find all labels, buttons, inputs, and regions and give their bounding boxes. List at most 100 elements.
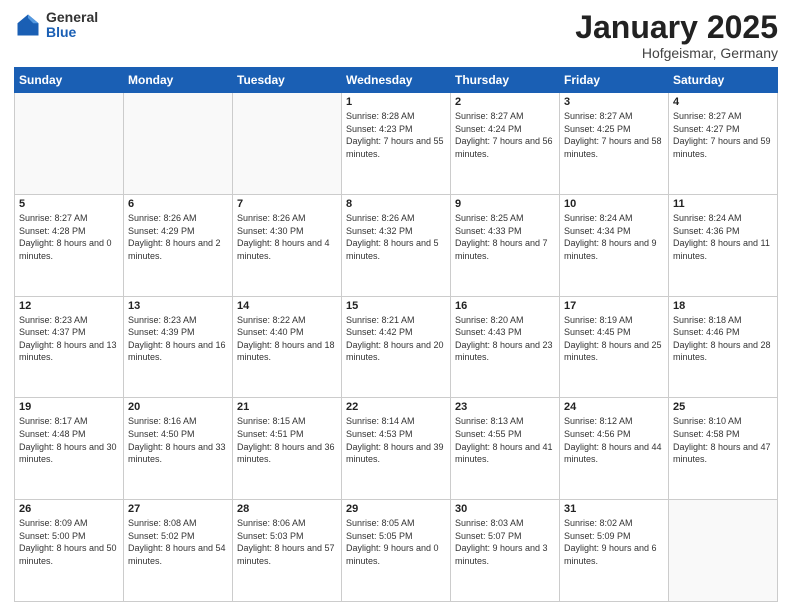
header: General Blue January 2025 Hofgeismar, Ge…	[14, 10, 778, 61]
header-sunday: Sunday	[15, 68, 124, 93]
header-thursday: Thursday	[451, 68, 560, 93]
day-number: 17	[564, 300, 664, 312]
day-info: Sunrise: 8:26 AM Sunset: 4:29 PM Dayligh…	[128, 212, 228, 262]
day-number: 3	[564, 96, 664, 108]
day-info: Sunrise: 8:14 AM Sunset: 4:53 PM Dayligh…	[346, 415, 446, 465]
day-number: 22	[346, 401, 446, 413]
day-number: 6	[128, 198, 228, 210]
day-number: 2	[455, 96, 555, 108]
table-row: 6 Sunrise: 8:26 AM Sunset: 4:29 PM Daylig…	[124, 194, 233, 296]
table-row: 24 Sunrise: 8:12 AM Sunset: 4:56 PM Dayli…	[560, 398, 669, 500]
day-info: Sunrise: 8:09 AM Sunset: 5:00 PM Dayligh…	[19, 517, 119, 567]
table-row: 10Sunrise: 8:24 AM Sunset: 4:34 PM Dayli…	[560, 194, 669, 296]
day-info: Sunrise: 8:15 AM Sunset: 4:51 PM Dayligh…	[237, 415, 337, 465]
day-number: 12	[19, 300, 119, 312]
week-row-0: 1 Sunrise: 8:28 AM Sunset: 4:23 PM Daylig…	[15, 93, 778, 195]
day-number: 31	[564, 503, 664, 515]
table-row: 9Sunrise: 8:25 AM Sunset: 4:33 PM Daylig…	[451, 194, 560, 296]
day-number: 7	[237, 198, 337, 210]
day-number: 27	[128, 503, 228, 515]
day-info: Sunrise: 8:03 AM Sunset: 5:07 PM Dayligh…	[455, 517, 555, 567]
table-row: 27 Sunrise: 8:08 AM Sunset: 5:02 PM Dayli…	[124, 500, 233, 602]
week-row-2: 12 Sunrise: 8:23 AM Sunset: 4:37 PM Dayli…	[15, 296, 778, 398]
table-row: 14Sunrise: 8:22 AM Sunset: 4:40 PM Dayli…	[233, 296, 342, 398]
table-row: 7 Sunrise: 8:26 AM Sunset: 4:30 PM Daylig…	[233, 194, 342, 296]
table-row: 31 Sunrise: 8:02 AM Sunset: 5:09 PM Dayli…	[560, 500, 669, 602]
week-row-3: 19 Sunrise: 8:17 AM Sunset: 4:48 PM Dayli…	[15, 398, 778, 500]
table-row: 20Sunrise: 8:16 AM Sunset: 4:50 PM Dayli…	[124, 398, 233, 500]
logo: General Blue	[14, 10, 98, 41]
day-info: Sunrise: 8:23 AM Sunset: 4:37 PM Dayligh…	[19, 314, 119, 364]
day-number: 23	[455, 401, 555, 413]
header-saturday: Saturday	[669, 68, 778, 93]
logo-icon	[14, 11, 42, 39]
logo-text: General Blue	[46, 10, 98, 41]
day-info: Sunrise: 8:23 AM Sunset: 4:39 PM Dayligh…	[128, 314, 228, 364]
table-row: 12 Sunrise: 8:23 AM Sunset: 4:37 PM Dayli…	[15, 296, 124, 398]
day-info: Sunrise: 8:10 AM Sunset: 4:58 PM Dayligh…	[673, 415, 773, 465]
day-info: Sunrise: 8:24 AM Sunset: 4:36 PM Dayligh…	[673, 212, 773, 262]
table-row	[15, 93, 124, 195]
day-number: 29	[346, 503, 446, 515]
table-row: 3 Sunrise: 8:27 AM Sunset: 4:25 PM Daylig…	[560, 93, 669, 195]
calendar-title: January 2025	[575, 10, 778, 45]
table-row: 4 Sunrise: 8:27 AM Sunset: 4:27 PM Daylig…	[669, 93, 778, 195]
day-info: Sunrise: 8:26 AM Sunset: 4:32 PM Dayligh…	[346, 212, 446, 262]
table-row: 25 Sunrise: 8:10 AM Sunset: 4:58 PM Dayli…	[669, 398, 778, 500]
day-number: 28	[237, 503, 337, 515]
day-info: Sunrise: 8:24 AM Sunset: 4:34 PM Dayligh…	[564, 212, 664, 262]
table-row	[233, 93, 342, 195]
day-number: 13	[128, 300, 228, 312]
table-row: 8 Sunrise: 8:26 AM Sunset: 4:32 PM Daylig…	[342, 194, 451, 296]
day-number: 25	[673, 401, 773, 413]
day-number: 19	[19, 401, 119, 413]
day-info: Sunrise: 8:27 AM Sunset: 4:27 PM Dayligh…	[673, 110, 773, 160]
day-number: 15	[346, 300, 446, 312]
day-number: 30	[455, 503, 555, 515]
day-info: Sunrise: 8:27 AM Sunset: 4:25 PM Dayligh…	[564, 110, 664, 160]
calendar-table: Sunday Monday Tuesday Wednesday Thursday…	[14, 67, 778, 602]
day-number: 21	[237, 401, 337, 413]
table-row: 11Sunrise: 8:24 AM Sunset: 4:36 PM Dayli…	[669, 194, 778, 296]
day-number: 1	[346, 96, 446, 108]
table-row: 1 Sunrise: 8:28 AM Sunset: 4:23 PM Daylig…	[342, 93, 451, 195]
day-info: Sunrise: 8:26 AM Sunset: 4:30 PM Dayligh…	[237, 212, 337, 262]
table-row: 15 Sunrise: 8:21 AM Sunset: 4:42 PM Dayli…	[342, 296, 451, 398]
title-block: January 2025 Hofgeismar, Germany	[575, 10, 778, 61]
day-number: 5	[19, 198, 119, 210]
day-info: Sunrise: 8:27 AM Sunset: 4:28 PM Dayligh…	[19, 212, 119, 262]
day-info: Sunrise: 8:02 AM Sunset: 5:09 PM Dayligh…	[564, 517, 664, 567]
day-info: Sunrise: 8:12 AM Sunset: 4:56 PM Dayligh…	[564, 415, 664, 465]
weekday-header-row: Sunday Monday Tuesday Wednesday Thursday…	[15, 68, 778, 93]
day-number: 26	[19, 503, 119, 515]
logo-general-text: General	[46, 10, 98, 25]
header-tuesday: Tuesday	[233, 68, 342, 93]
day-info: Sunrise: 8:17 AM Sunset: 4:48 PM Dayligh…	[19, 415, 119, 465]
day-number: 8	[346, 198, 446, 210]
table-row: 5 Sunrise: 8:27 AM Sunset: 4:28 PM Daylig…	[15, 194, 124, 296]
day-number: 24	[564, 401, 664, 413]
table-row: 30 Sunrise: 8:03 AM Sunset: 5:07 PM Dayli…	[451, 500, 560, 602]
header-friday: Friday	[560, 68, 669, 93]
table-row: 23 Sunrise: 8:13 AM Sunset: 4:55 PM Dayli…	[451, 398, 560, 500]
page: General Blue January 2025 Hofgeismar, Ge…	[0, 0, 792, 612]
header-monday: Monday	[124, 68, 233, 93]
day-info: Sunrise: 8:13 AM Sunset: 4:55 PM Dayligh…	[455, 415, 555, 465]
day-info: Sunrise: 8:08 AM Sunset: 5:02 PM Dayligh…	[128, 517, 228, 567]
table-row: 28Sunrise: 8:06 AM Sunset: 5:03 PM Dayli…	[233, 500, 342, 602]
week-row-4: 26 Sunrise: 8:09 AM Sunset: 5:00 PM Dayli…	[15, 500, 778, 602]
day-info: Sunrise: 8:05 AM Sunset: 5:05 PM Dayligh…	[346, 517, 446, 567]
day-info: Sunrise: 8:27 AM Sunset: 4:24 PM Dayligh…	[455, 110, 555, 160]
day-info: Sunrise: 8:28 AM Sunset: 4:23 PM Dayligh…	[346, 110, 446, 160]
day-info: Sunrise: 8:25 AM Sunset: 4:33 PM Dayligh…	[455, 212, 555, 262]
day-info: Sunrise: 8:21 AM Sunset: 4:42 PM Dayligh…	[346, 314, 446, 364]
header-wednesday: Wednesday	[342, 68, 451, 93]
day-number: 4	[673, 96, 773, 108]
table-row: 16Sunrise: 8:20 AM Sunset: 4:43 PM Dayli…	[451, 296, 560, 398]
day-info: Sunrise: 8:18 AM Sunset: 4:46 PM Dayligh…	[673, 314, 773, 364]
table-row: 26 Sunrise: 8:09 AM Sunset: 5:00 PM Dayli…	[15, 500, 124, 602]
table-row: 19 Sunrise: 8:17 AM Sunset: 4:48 PM Dayli…	[15, 398, 124, 500]
day-info: Sunrise: 8:19 AM Sunset: 4:45 PM Dayligh…	[564, 314, 664, 364]
calendar-subtitle: Hofgeismar, Germany	[575, 45, 778, 61]
day-number: 20	[128, 401, 228, 413]
